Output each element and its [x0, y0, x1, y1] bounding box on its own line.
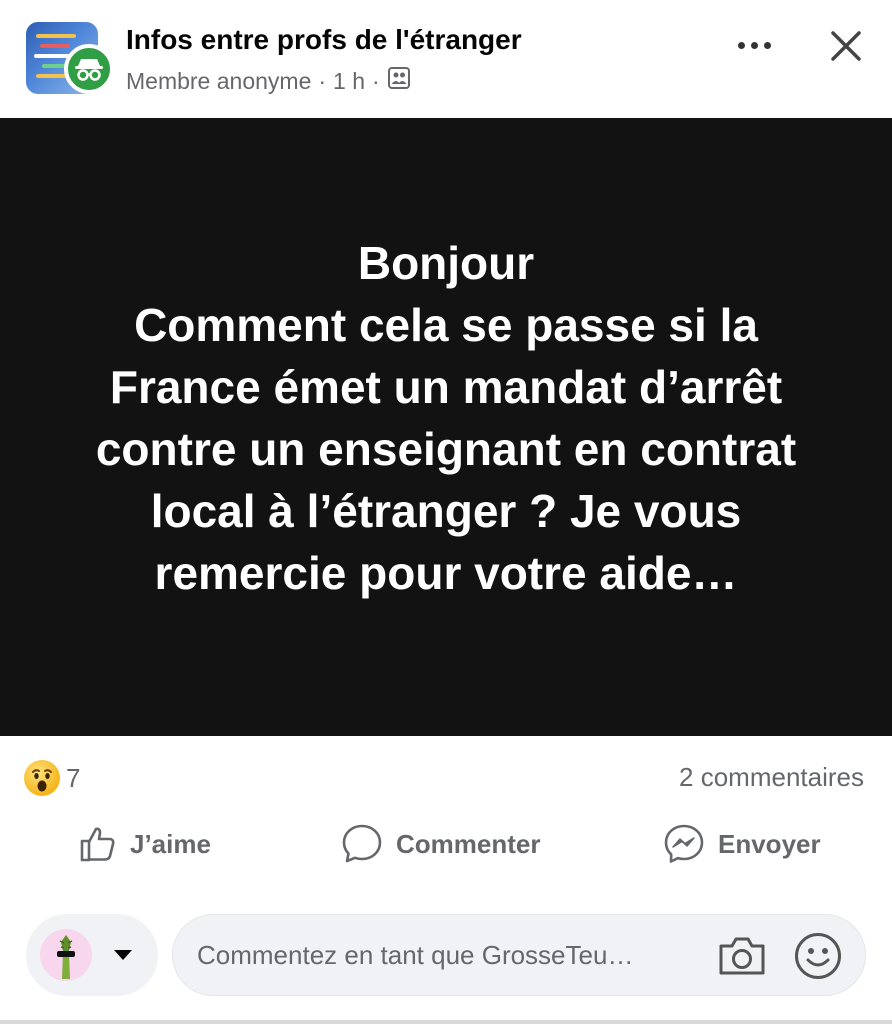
chevron-down-icon[interactable] [114, 950, 132, 960]
camera-icon[interactable] [717, 933, 767, 984]
post-header: Infos entre profs de l'étranger Membre a… [0, 0, 892, 118]
post-image-line: Bonjour [357, 237, 535, 289]
author-name[interactable]: Membre anonyme [126, 68, 311, 95]
reaction-count: 7 [66, 762, 81, 793]
comment-label: Commenter [396, 828, 541, 859]
wow-emoji-icon [24, 760, 60, 796]
like-label: J’aime [130, 828, 211, 859]
more-options-icon[interactable] [730, 28, 778, 62]
send-button[interactable]: Envoyer [662, 820, 821, 868]
messenger-icon [664, 824, 704, 863]
smiley-icon[interactable] [793, 931, 843, 986]
comments-count[interactable]: 2 commentaires [679, 762, 864, 793]
meta-separator: · [318, 67, 327, 94]
thumbs-up-icon [80, 827, 115, 862]
post-image-line: Comment cela se passe si la France émet … [95, 299, 797, 599]
reactions-summary[interactable]: 7 [24, 760, 80, 796]
post-image[interactable]: Bonjour Comment cela se passe si la Fran… [0, 118, 892, 736]
like-button[interactable]: J’aime [78, 820, 211, 868]
comment-button[interactable]: Commenter [340, 820, 540, 868]
close-icon[interactable] [824, 24, 868, 68]
comment-placeholder: Commentez en tant que GrosseTeu… [197, 939, 634, 970]
anonymous-member-icon [64, 44, 114, 94]
divider [0, 1020, 892, 1024]
user-avatar [40, 929, 92, 981]
post-meta: Membre anonyme · 1 h · [126, 66, 411, 96]
comment-identity-switcher[interactable] [26, 914, 158, 996]
group-audience-icon [387, 66, 411, 96]
send-label: Envoyer [718, 828, 821, 859]
post-time[interactable]: 1 h [333, 68, 365, 95]
group-name[interactable]: Infos entre profs de l'étranger [126, 24, 522, 56]
comment-input[interactable]: Commentez en tant que GrosseTeu… [172, 914, 866, 996]
post-image-text: Bonjour Comment cela se passe si la Fran… [66, 232, 826, 604]
meta-separator: · [372, 67, 380, 94]
comment-bubble-icon [342, 824, 382, 863]
